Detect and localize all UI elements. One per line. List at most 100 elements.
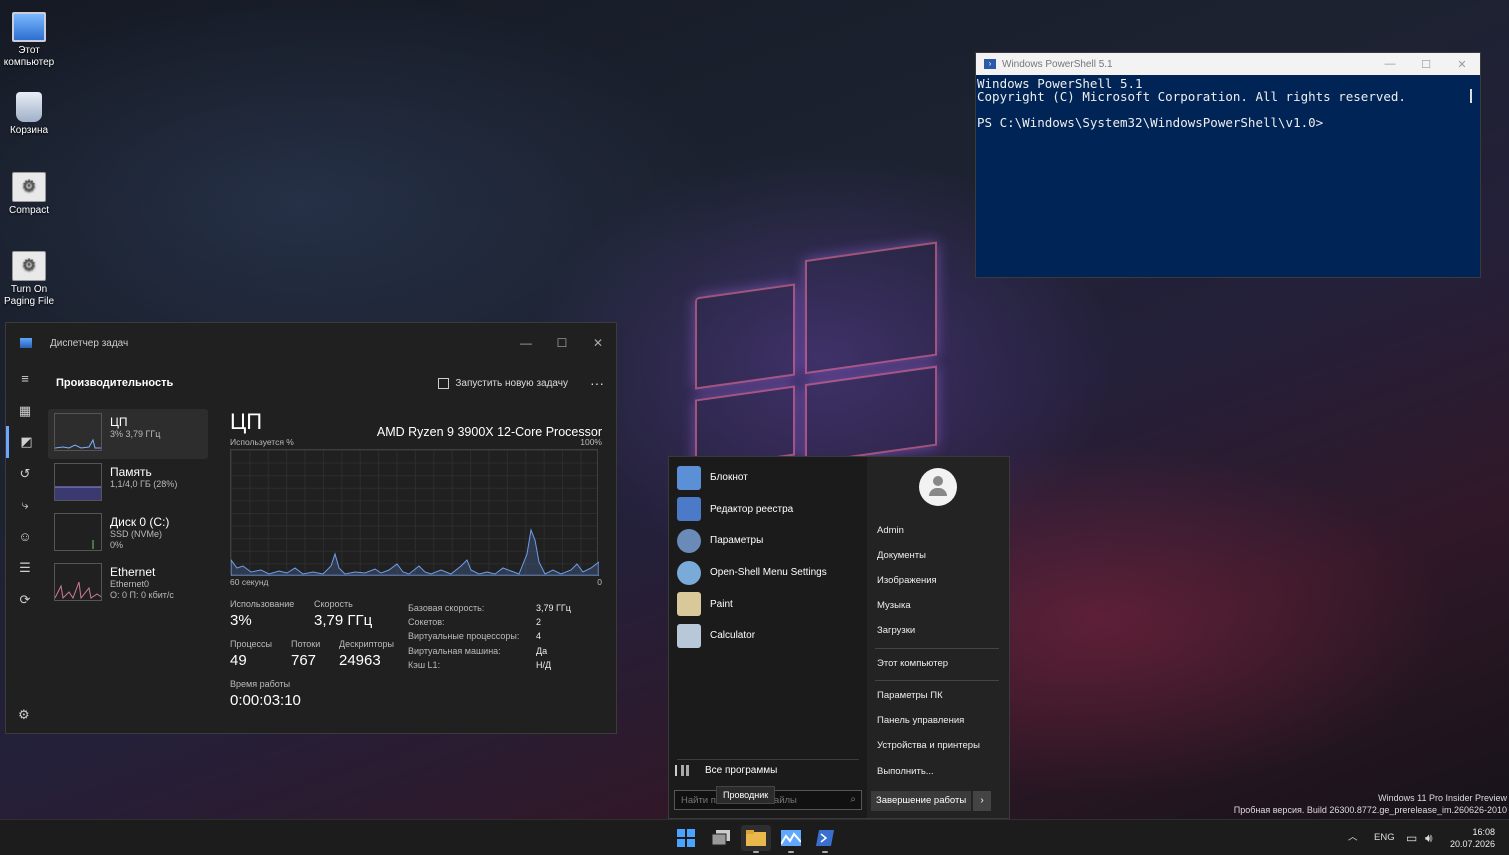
start-item-calculator[interactable]: Calculator — [669, 620, 867, 652]
device-info: 0% — [110, 540, 124, 550]
processes-icon[interactable]: ▦ — [6, 395, 44, 427]
device-info: SSD (NVMe) — [110, 529, 163, 539]
performance-icon[interactable]: ◩ — [6, 426, 44, 458]
shutdown-button[interactable]: Завершение работы — [871, 791, 971, 811]
taskbar-powershell[interactable] — [810, 825, 840, 853]
cpu-details: Базовая скорость: 3,79 ГГц Сокетов: 2 Вирт… — [408, 601, 571, 672]
device-name: Ethernet — [110, 565, 156, 579]
task-manager-window[interactable]: Диспетчер задач — ☐ ✕ ≡ ▦ ◩ ↺ ⤷ ☺ ☰ ⟳ ⚙ … — [5, 322, 617, 734]
start-item-paint[interactable]: Paint — [669, 588, 867, 620]
search-placeholder: Найти п — [681, 795, 716, 806]
chevron-up-icon[interactable]: ︿ — [1348, 820, 1358, 855]
user-avatar[interactable] — [919, 468, 957, 506]
place-documents[interactable]: Документы — [877, 550, 926, 561]
powershell-window[interactable]: › Windows PowerShell 5.1 — ☐ ✕ Windows P… — [975, 52, 1481, 278]
computer-icon — [12, 12, 46, 42]
user-name[interactable]: Admin — [877, 525, 904, 536]
desktop-icon-recycle-bin[interactable]: Корзина — [1, 92, 57, 137]
run-new-task-button[interactable]: Запустить новую задачу — [438, 377, 568, 389]
device-disk[interactable]: Диск 0 (C:) SSD (NVMe) 0% — [48, 509, 208, 559]
detail-key: Сокетов: — [408, 617, 445, 628]
device-cpu[interactable]: ЦП 3% 3,79 ГГц — [48, 409, 208, 459]
stat-value: 24963 — [339, 652, 381, 669]
place-music[interactable]: Музыка — [877, 600, 911, 611]
device-ethernet[interactable]: Ethernet Ethernet0 О: 0 П: 0 кбит/с — [48, 559, 208, 609]
detail-value: 3,79 ГГц — [536, 603, 571, 613]
list-icon — [675, 765, 689, 776]
close-button[interactable]: ✕ — [1444, 58, 1480, 71]
settings-gear-icon[interactable]: ⚙ — [18, 707, 30, 723]
start-item-openshell[interactable]: Open-Shell Menu Settings — [669, 557, 867, 589]
task-manager-titlebar[interactable]: Диспетчер задач — ☐ ✕ — [6, 323, 616, 363]
detail-key: Кэш L1: — [408, 659, 441, 670]
wallpaper-windows-logo — [695, 214, 945, 479]
volume-icon[interactable]: 🔊︎ — [1425, 820, 1433, 855]
place-control-panel[interactable]: Панель управления — [877, 715, 964, 726]
detail-value: 2 — [536, 617, 542, 628]
disk-mini-graph — [54, 513, 102, 551]
network-icon[interactable]: ▭ — [1406, 820, 1417, 855]
place-pc-settings[interactable]: Параметры ПК — [877, 690, 943, 701]
minimize-button[interactable]: — — [1372, 58, 1408, 71]
device-memory[interactable]: Память 1,1/4,0 ГБ (28%) — [48, 459, 208, 509]
start-menu-places: Admin Документы Изображения Музыка Загру… — [867, 457, 1009, 818]
scrollbar-thumb[interactable] — [1470, 89, 1472, 103]
device-name: Память — [110, 465, 152, 479]
ethernet-mini-graph — [54, 563, 102, 601]
clock-date: 20.07.2026 — [1449, 839, 1495, 849]
openshell-icon — [677, 560, 701, 585]
taskbar-task-manager[interactable] — [776, 825, 806, 853]
window-title: Диспетчер задач — [50, 337, 129, 349]
console-line: Copyright (C) Microsoft Corporation. All… — [977, 89, 1406, 104]
device-info: 3% 3,79 ГГц — [110, 429, 161, 439]
start-item-regedit[interactable]: Редактор реестра — [669, 494, 867, 526]
gears-icon: ⚙ — [12, 251, 46, 281]
start-item-settings[interactable]: Параметры — [669, 525, 867, 557]
start-item-notepad[interactable]: Блокнот — [669, 462, 867, 494]
stat-value: 49 — [230, 652, 247, 669]
task-view-button[interactable] — [706, 825, 736, 851]
place-run[interactable]: Выполнить... — [877, 766, 934, 777]
startup-apps-icon[interactable]: ⤷ — [6, 489, 44, 521]
console-output[interactable]: Windows PowerShell 5.1 Copyright (C) Micr… — [976, 75, 1480, 129]
minimize-button[interactable]: — — [508, 336, 544, 350]
close-button[interactable]: ✕ — [580, 336, 616, 350]
start-button[interactable] — [671, 825, 701, 851]
place-devices-printers[interactable]: Устройства и принтеры — [877, 740, 980, 751]
desktop-icon-this-pc[interactable]: Этот компьютер — [1, 12, 57, 69]
stat-label: Дескрипторы — [339, 639, 394, 649]
powershell-titlebar[interactable]: › Windows PowerShell 5.1 — ☐ ✕ — [976, 53, 1480, 75]
more-options-icon[interactable]: ··· — [590, 375, 604, 391]
maximize-button[interactable]: ☐ — [544, 336, 580, 350]
language-indicator[interactable]: ENG — [1374, 820, 1395, 855]
taskbar-file-explorer[interactable] — [741, 825, 771, 853]
place-this-pc[interactable]: Этот компьютер — [877, 658, 948, 669]
start-item-label: Paint — [710, 598, 733, 610]
chevron-right-icon[interactable]: › — [973, 791, 991, 811]
maximize-button[interactable]: ☐ — [1408, 58, 1444, 71]
app-history-icon[interactable]: ↺ — [6, 458, 44, 490]
cpu-usage-graph — [230, 449, 599, 576]
all-programs-button[interactable]: Все программы — [675, 765, 777, 776]
stat-label: Время работы — [230, 679, 291, 689]
desktop-icon-label: Compact — [8, 205, 49, 216]
place-pictures[interactable]: Изображения — [877, 575, 937, 586]
details-icon[interactable]: ☰ — [6, 552, 44, 584]
desktop-icon-compact[interactable]: ⚙ Compact — [1, 172, 57, 217]
place-downloads[interactable]: Загрузки — [877, 625, 915, 636]
regedit-icon — [677, 497, 701, 522]
divider — [875, 648, 999, 649]
desktop-icon-label: Turn On Paging File — [3, 284, 55, 307]
detail-key: Виртуальная машина: — [408, 645, 501, 656]
services-icon[interactable]: ⟳ — [6, 584, 44, 616]
clock[interactable]: 16:08 20.07.2026 — [1450, 826, 1495, 850]
device-info: 1,1/4,0 ГБ (28%) — [110, 479, 178, 489]
hamburger-menu-icon[interactable]: ≡ — [6, 363, 44, 395]
desktop-icon-label: Корзина — [9, 125, 49, 136]
detail-value: Да — [536, 645, 548, 656]
usage-min-label: 0 — [597, 577, 602, 587]
task-manager-icon — [781, 830, 801, 846]
users-icon[interactable]: ☺ — [6, 521, 44, 553]
desktop-icon-paging-file[interactable]: ⚙ Turn On Paging File — [1, 251, 57, 308]
start-menu[interactable]: Блокнот Редактор реестра Параметры Open-… — [668, 456, 1010, 819]
